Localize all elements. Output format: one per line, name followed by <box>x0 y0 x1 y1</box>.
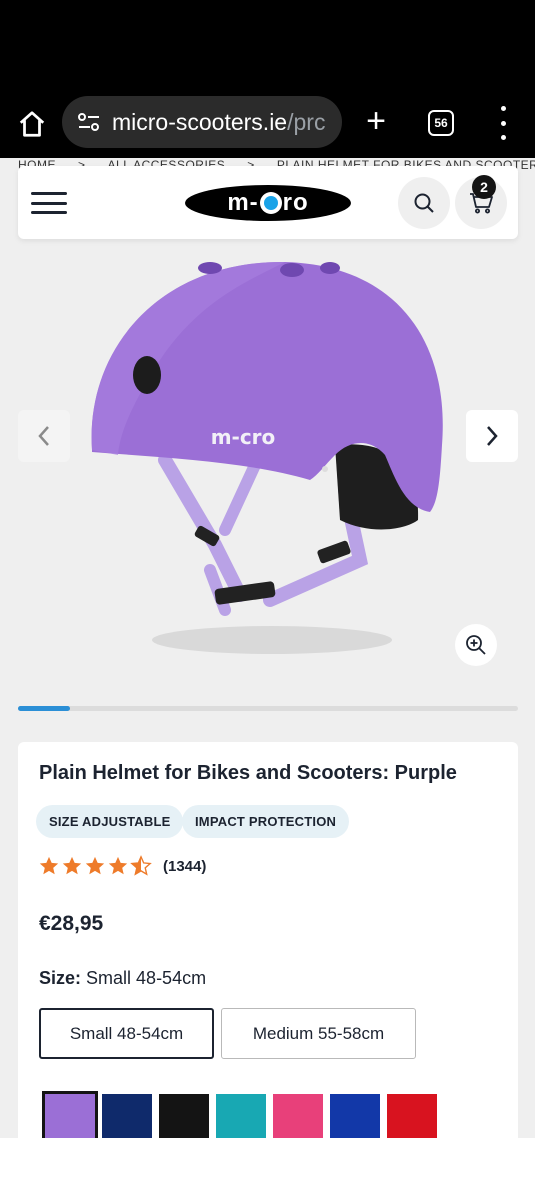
product-gallery: m-cro <box>0 240 535 700</box>
gallery-progress-fill <box>18 706 70 711</box>
zoom-in-icon <box>466 635 486 655</box>
address-bar[interactable]: micro-scooters.ie/prc <box>62 96 342 148</box>
site-settings-icon[interactable] <box>76 109 102 135</box>
tab-count: 56 <box>434 116 448 130</box>
bottom-bar <box>0 1138 535 1200</box>
color-swatch-navy[interactable] <box>102 1094 152 1140</box>
browser-menu-button[interactable] <box>494 106 512 140</box>
product-image[interactable]: m-cro <box>0 240 535 700</box>
new-tab-button[interactable]: + <box>358 104 394 140</box>
half-star-icon <box>130 855 152 876</box>
size-selected-value: Small 48-54cm <box>86 968 207 988</box>
star-icon <box>39 856 59 875</box>
status-bar <box>0 0 535 88</box>
color-swatch-black[interactable] <box>159 1094 209 1140</box>
rating-stars <box>38 855 153 877</box>
tag-size-adjustable: SIZE ADJUSTABLE <box>36 805 184 838</box>
product-rating[interactable]: (1344) <box>38 855 206 877</box>
site-header: m-ro <box>18 166 518 239</box>
home-button[interactable] <box>14 106 50 142</box>
url-text: micro-scooters.ie/prc <box>112 108 326 135</box>
gallery-prev-button[interactable] <box>18 410 70 462</box>
chevron-right-icon <box>487 426 498 446</box>
chevron-left-icon <box>38 426 49 446</box>
star-icon <box>62 856 82 875</box>
size-option-medium[interactable]: Medium 55-58cm <box>221 1008 416 1059</box>
star-icon <box>108 856 128 875</box>
star-icon <box>85 856 105 875</box>
search-icon <box>414 193 434 213</box>
color-swatch-purple[interactable] <box>45 1094 95 1140</box>
tab-switcher-button[interactable]: 56 <box>428 110 454 136</box>
browser-toolbar: micro-scooters.ie/prc + 56 <box>0 88 535 158</box>
helmet-brand-text: m-cro <box>211 425 276 449</box>
rating-count: (1344) <box>163 857 207 875</box>
product-info-card: Plain Helmet for Bikes and Scooters: Pur… <box>18 742 518 1162</box>
color-swatch-blue[interactable] <box>330 1094 380 1140</box>
zoom-button[interactable] <box>455 624 497 666</box>
micro-logo[interactable]: m-ro <box>185 185 351 221</box>
size-selection-label: Size: Small 48-54cm <box>39 968 206 989</box>
search-button[interactable] <box>398 177 450 229</box>
home-icon <box>19 111 45 137</box>
cart-count-badge: 2 <box>472 175 496 199</box>
size-label: Size: <box>39 968 82 988</box>
color-swatch-teal[interactable] <box>216 1094 266 1140</box>
tag-impact-protection: IMPACT PROTECTION <box>182 805 350 838</box>
product-title: Plain Helmet for Bikes and Scooters: Pur… <box>39 762 457 784</box>
menu-icon[interactable] <box>31 192 67 214</box>
size-option-small[interactable]: Small 48-54cm <box>39 1008 214 1059</box>
gallery-progress-track <box>18 706 518 711</box>
gallery-next-button[interactable] <box>466 410 518 462</box>
color-swatch-pink[interactable] <box>273 1094 323 1140</box>
product-price: €28,95 <box>39 912 104 935</box>
color-swatch-red[interactable] <box>387 1094 437 1140</box>
